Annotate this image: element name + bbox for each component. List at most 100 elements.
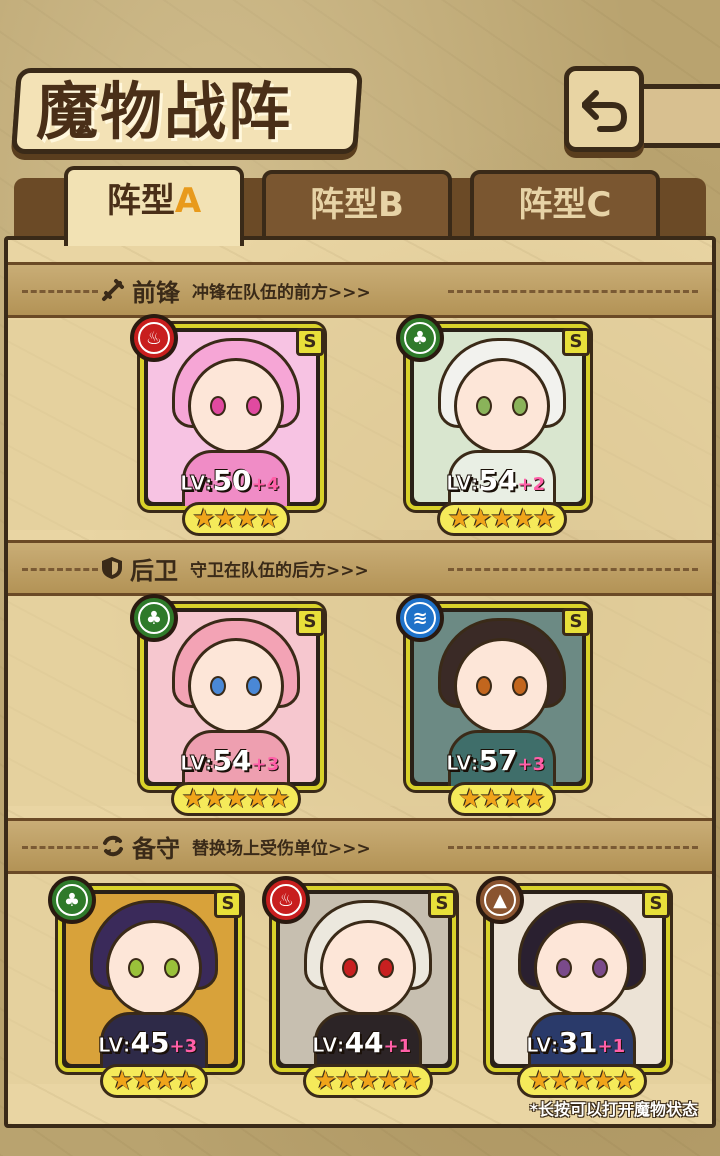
- divider-dashes: [448, 846, 698, 849]
- star-icon: ★: [527, 1066, 552, 1096]
- character-eye: [210, 676, 226, 696]
- star-rating: ★ ★ ★ ★ ★: [437, 502, 567, 536]
- enhance-plus: +1: [597, 1036, 626, 1057]
- star-icon: ★: [612, 1066, 637, 1096]
- star-icon: ★: [313, 1066, 338, 1096]
- level-label: LV:50+4: [180, 464, 280, 497]
- tab-formation-a[interactable]: 阵型A: [64, 166, 244, 246]
- character-eye: [246, 396, 262, 416]
- formation-panel: 前锋 冲锋在队伍的前方>>> 后卫 守卫在队伍的后方>>> 备守 替换场上受伤单…: [4, 236, 716, 1128]
- star-icon: ★: [153, 1066, 177, 1096]
- character-eye: [342, 958, 358, 978]
- return-arrow-icon: [582, 90, 628, 132]
- star-icon: ★: [469, 504, 493, 534]
- level-label: LV:44+1: [312, 1026, 412, 1059]
- star-icon: ★: [245, 784, 269, 814]
- star-rating: ★ ★ ★ ★ ★: [303, 1064, 433, 1098]
- character-eye: [164, 958, 180, 978]
- enhance-plus: +4: [251, 474, 280, 495]
- character-eye: [476, 676, 492, 696]
- star-rating: ★ ★ ★ ★ ★: [171, 782, 301, 816]
- enhance-plus: +3: [517, 754, 546, 775]
- enhance-plus: +3: [251, 754, 280, 775]
- wood-element-icon: ♣: [130, 594, 178, 642]
- character-face: [320, 920, 416, 1016]
- earth-element-icon: ▲: [476, 876, 524, 924]
- water-element-icon: ≋: [396, 594, 444, 642]
- section-name: 前锋: [132, 277, 180, 307]
- level-label: LV:54+2: [446, 464, 546, 497]
- tab-label: 阵型: [106, 181, 175, 221]
- element-glyph: ≋: [404, 602, 436, 634]
- star-icon: ★: [532, 504, 557, 534]
- star-icon: ★: [203, 784, 227, 814]
- enhance-plus: +1: [383, 1036, 412, 1057]
- tab-label: 阵型: [310, 185, 379, 225]
- star-rating: ★ ★ ★ ★: [182, 502, 290, 536]
- level-prefix: LV:: [98, 1033, 132, 1058]
- section-name: 后卫: [130, 555, 178, 585]
- fire-element-icon: ♨: [262, 876, 310, 924]
- level-label: LV:54+3: [180, 744, 280, 777]
- rearguard-slot-strip: [8, 596, 712, 806]
- star-icon: ★: [490, 504, 514, 534]
- fire-element-icon: ♨: [130, 314, 178, 362]
- sword-icon: [102, 279, 124, 301]
- element-glyph: ♣: [404, 322, 436, 354]
- back-button[interactable]: [564, 66, 644, 152]
- level-value: 45: [130, 1026, 170, 1059]
- character-eye: [210, 396, 226, 416]
- element-glyph: ♣: [56, 884, 88, 916]
- divider-dashes: [448, 568, 698, 571]
- star-rating: ★ ★ ★ ★: [448, 782, 556, 816]
- star-icon: ★: [224, 784, 248, 814]
- element-glyph: ♨: [270, 884, 302, 916]
- character-eye: [128, 958, 144, 978]
- character-eye: [246, 676, 262, 696]
- tab-letter: A: [174, 181, 202, 221]
- element-glyph: ♣: [138, 602, 170, 634]
- long-press-hint: *长按可以打开魔物状态: [529, 1100, 698, 1119]
- page-title: 魔物战阵: [36, 75, 293, 148]
- section-name: 备守: [132, 833, 180, 863]
- rearguard-heading: 后卫 守卫在队伍的后方>>>: [100, 550, 369, 586]
- level-prefix: LV:: [180, 751, 214, 776]
- wood-element-icon: ♣: [48, 876, 96, 924]
- section-desc: 守卫在队伍的后方>>>: [190, 560, 369, 581]
- section-desc: 冲锋在队伍的前方>>>: [192, 282, 371, 303]
- level-value: 31: [558, 1026, 598, 1059]
- tab-formation-c[interactable]: 阵型C: [470, 170, 660, 240]
- tab-label: 阵型: [518, 185, 587, 225]
- star-rating: ★ ★ ★ ★: [100, 1064, 208, 1098]
- vanguard-slot-strip: [8, 320, 712, 530]
- tab-formation-b[interactable]: 阵型B: [262, 170, 452, 240]
- back-button-frame: [640, 84, 720, 148]
- star-icon: ★: [377, 1066, 401, 1096]
- level-label: LV:31+1: [526, 1026, 626, 1059]
- grade-badge: S: [562, 608, 590, 636]
- star-icon: ★: [174, 1066, 198, 1096]
- character-eye: [476, 396, 492, 416]
- star-icon: ★: [192, 504, 216, 534]
- divider-dashes: [448, 290, 698, 293]
- tab-letter: B: [378, 185, 404, 225]
- star-icon: ★: [591, 1066, 615, 1096]
- star-icon: ★: [213, 504, 237, 534]
- divider-dashes: [22, 846, 98, 849]
- star-icon: ★: [235, 504, 259, 534]
- character-eye: [378, 958, 394, 978]
- character-face: [454, 638, 550, 734]
- star-icon: ★: [501, 784, 525, 814]
- character-eye: [556, 958, 572, 978]
- star-icon: ★: [511, 504, 535, 534]
- reserve-heading: 备守 替换场上受伤单位>>>: [100, 828, 371, 864]
- character-eye: [512, 396, 528, 416]
- star-icon: ★: [398, 1066, 423, 1096]
- grade-badge: S: [214, 890, 242, 918]
- swap-icon: [103, 835, 123, 857]
- character-eye: [512, 676, 528, 696]
- star-icon: ★: [256, 504, 280, 534]
- grade-badge: S: [562, 328, 590, 356]
- enhance-plus: +2: [517, 474, 546, 495]
- tab-letter: C: [586, 185, 612, 225]
